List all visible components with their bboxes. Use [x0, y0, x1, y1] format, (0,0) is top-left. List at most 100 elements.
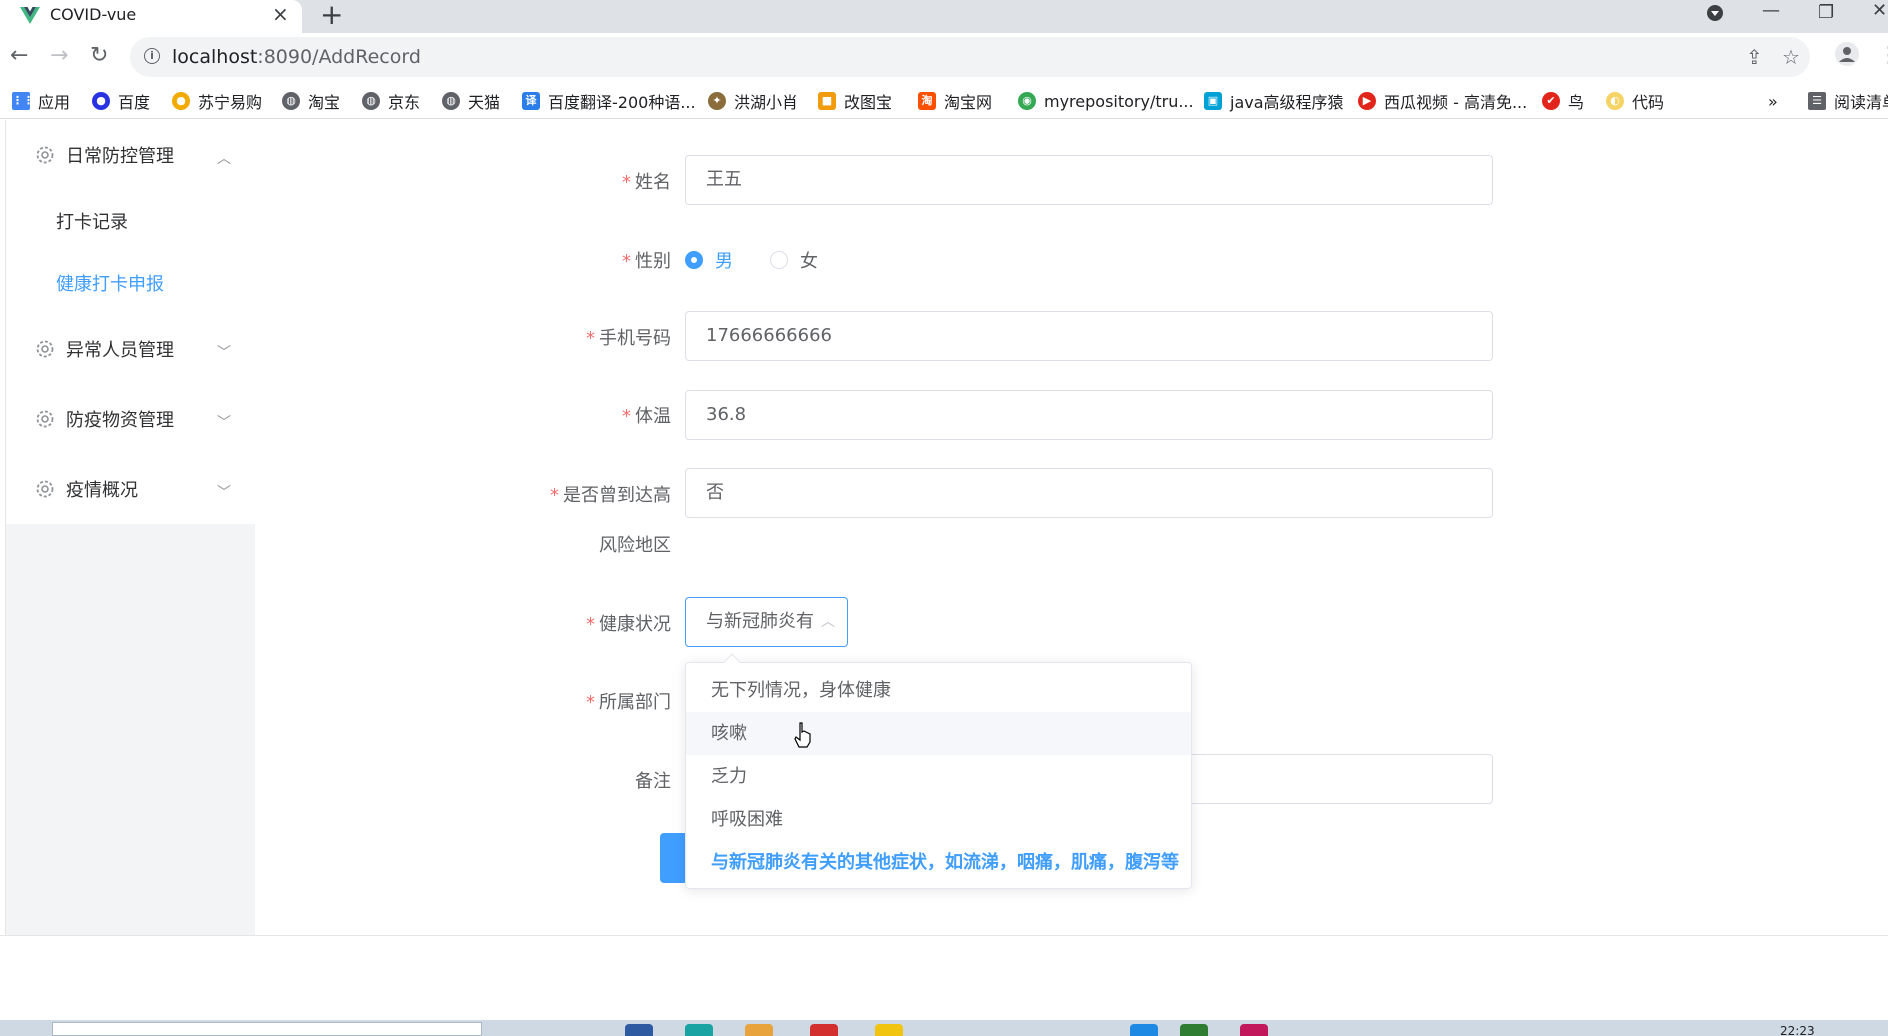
required-mark: * — [622, 406, 631, 427]
chrome-icon: ◉ — [1018, 92, 1036, 110]
menu-title-daily-control[interactable]: 日常防控管理 ︿ — [6, 120, 255, 190]
bookmark-jd[interactable]: ◍ 京东 — [362, 89, 420, 113]
temperature-input[interactable]: 36.8 — [685, 390, 1493, 440]
menu-title-label: 疫情概况 — [66, 480, 138, 501]
dropdown-option-breathing[interactable]: 呼吸困难 — [686, 798, 1191, 841]
window-close-icon[interactable]: ✕ — [1872, 0, 1887, 21]
menu-title-label: 日常防控管理 — [66, 146, 174, 167]
taskbar-app-icon[interactable] — [1180, 1024, 1208, 1036]
close-tab-icon[interactable]: × — [272, 2, 289, 26]
bookmark-label: 改图宝 — [844, 93, 893, 112]
play-icon: ▶ — [1358, 92, 1376, 110]
bookmark-label: 百度 — [118, 93, 151, 112]
dropdown-option-healthy[interactable]: 无下列情况，身体健康 — [686, 669, 1191, 712]
taskbar-app-icon[interactable] — [625, 1024, 653, 1036]
dropdown-option-fatigue[interactable]: 乏力 — [686, 755, 1191, 798]
translate-icon: 译 — [522, 92, 540, 110]
minimize-icon[interactable]: — — [1762, 0, 1780, 21]
sidebar-item-health-checkin[interactable]: 健康打卡申报 — [6, 252, 255, 314]
required-mark: * — [622, 251, 631, 272]
profile-avatar-icon[interactable] — [1834, 41, 1860, 73]
chevron-up-icon: ︿ — [217, 151, 231, 167]
reading-list[interactable]: ☰ 阅读清单 — [1808, 89, 1888, 113]
remark-label: 备注 — [635, 771, 671, 792]
image-edit-icon: ■ — [818, 92, 836, 110]
department-label: * 所属部门 — [365, 688, 671, 714]
taskbar-app-icon[interactable] — [685, 1024, 713, 1036]
taskbar-app-icon[interactable] — [1130, 1024, 1158, 1036]
bookmark-xigua[interactable]: ▶ 西瓜视频 - 高清免... — [1358, 89, 1527, 113]
taskbar-app-icon[interactable] — [1240, 1024, 1268, 1036]
bookmark-code[interactable]: ◐ 代码 — [1606, 89, 1664, 113]
taskbar-chrome-icon[interactable] — [745, 1024, 773, 1036]
menu-title-supplies[interactable]: 防疫物资管理 ﹀ — [6, 384, 255, 454]
vue-logo-icon — [20, 7, 40, 24]
bookmark-label: 洪湖小肖 — [734, 93, 799, 112]
menu-dots-icon[interactable]: ⋮ — [1878, 43, 1888, 68]
menu-title-abnormal-persons[interactable]: 异常人员管理 ﹀ — [6, 314, 255, 384]
menu-group-daily: 日常防控管理 ︿ 打卡记录 健康打卡申报 异常人员管理 ﹀ 防疫物资管理 ﹀ 疫… — [6, 120, 255, 524]
taobao-icon: 淘 — [918, 92, 936, 110]
overflow-chevron-icon: » — [1768, 91, 1778, 111]
bookmark-suning[interactable]: ● 苏宁易购 — [172, 89, 262, 113]
bulb-icon: ◐ — [1606, 92, 1624, 110]
bookmarks-overflow[interactable]: » — [1768, 89, 1778, 113]
url-text: localhost:8090/AddRecord — [172, 46, 421, 68]
taskbar-search[interactable] — [52, 1022, 482, 1036]
browser-toolbar: ← → ↻ i localhost:8090/AddRecord ⇪ ☆ ⋮ — [0, 33, 1888, 83]
temperature-label-text: 体温 — [635, 406, 671, 427]
bookmark-label: 鸟 — [1568, 93, 1585, 112]
bookmark-taobao[interactable]: ◍ 淘宝 — [282, 89, 340, 113]
bookmark-myrepository[interactable]: ◉ myrepository/tru... — [1018, 89, 1194, 113]
reload-icon[interactable]: ↻ — [90, 43, 108, 68]
bookmark-label: java高级程序猿 — [1230, 93, 1344, 112]
reading-list-icon: ☰ — [1808, 92, 1826, 110]
bookmark-baidu-translate[interactable]: 译百度翻译-200种语... — [522, 89, 696, 113]
bookmark-taobao-web[interactable]: 淘淘宝网 — [918, 89, 992, 113]
bookmark-apps[interactable]: ⋮⋮ 应用 — [12, 89, 70, 113]
sidebar-menu: 日常防控管理 ︿ 打卡记录 健康打卡申报 异常人员管理 ﹀ 防疫物资管理 ﹀ 疫… — [5, 120, 255, 935]
site-info-icon[interactable]: i — [144, 48, 160, 64]
bookmark-baidu[interactable]: ● 百度 — [92, 89, 150, 113]
taskbar-app-icon[interactable] — [810, 1024, 838, 1036]
radio-label: 男 — [715, 251, 733, 272]
radio-label: 女 — [800, 251, 818, 272]
address-bar[interactable]: i localhost:8090/AddRecord ⇪ ☆ — [130, 37, 1810, 77]
dropdown-option-cough[interactable]: 咳嗽 — [686, 712, 1191, 755]
add-record-form: * 姓名 王五 * 性别 男 女 * 手机号码 17666666666 * 体温 36.… — [255, 120, 1888, 935]
required-mark: * — [586, 614, 595, 635]
bookmark-niao[interactable]: ✔ 鸟 — [1542, 89, 1584, 113]
radio-unchecked-icon — [770, 251, 788, 269]
forward-icon[interactable]: → — [50, 43, 68, 68]
menu-title-epidemic-overview[interactable]: 疫情概况 ﹀ — [6, 454, 255, 524]
chevron-down-icon: ﹀ — [217, 345, 231, 361]
url-path: :8090/AddRecord — [257, 46, 421, 68]
bookmark-honghu[interactable]: ✦ 洪湖小肖 — [708, 89, 798, 113]
dropdown-caret — [723, 653, 741, 671]
health-select[interactable]: 与新冠肺炎有 ︿ — [685, 597, 848, 647]
share-icon[interactable]: ⇪ — [1746, 45, 1763, 69]
risk-area-label: * 是否曾到达高 — [365, 481, 671, 507]
risk-area-input[interactable]: 否 — [685, 468, 1493, 518]
restore-icon[interactable]: ❐ — [1818, 2, 1834, 23]
bookmark-star-icon[interactable]: ☆ — [1782, 45, 1800, 69]
name-input[interactable]: 王五 — [685, 155, 1493, 205]
gender-radio-female[interactable]: 女 — [770, 247, 818, 273]
bookmark-java[interactable]: ▣ java高级程序猿 — [1204, 89, 1344, 113]
bookmark-gaitubao[interactable]: ■ 改图宝 — [818, 89, 892, 113]
gender-label: * 性别 — [365, 247, 671, 273]
gender-radio-male[interactable]: 男 — [685, 247, 733, 273]
browser-tab[interactable]: COVID-vue × — [0, 0, 302, 33]
temperature-label: * 体温 — [365, 402, 671, 428]
new-tab-icon[interactable]: + — [320, 0, 343, 31]
bookmark-label: 京东 — [388, 93, 421, 112]
sidebar-item-checkin-records[interactable]: 打卡记录 — [6, 190, 255, 252]
chevron-down-icon: ﹀ — [217, 485, 231, 501]
os-taskbar: 22:23 — [0, 1020, 1888, 1036]
taskbar-folder-icon[interactable] — [875, 1024, 903, 1036]
bookmark-tmall[interactable]: ◍ 天猫 — [442, 89, 500, 113]
back-icon[interactable]: ← — [10, 43, 28, 68]
tab-search-icon[interactable] — [1706, 4, 1724, 27]
dropdown-option-other-symptoms[interactable]: 与新冠肺炎有关的其他症状，如流涕，咽痛，肌痛，腹泻等 — [686, 841, 1191, 884]
phone-input[interactable]: 17666666666 — [685, 311, 1493, 361]
